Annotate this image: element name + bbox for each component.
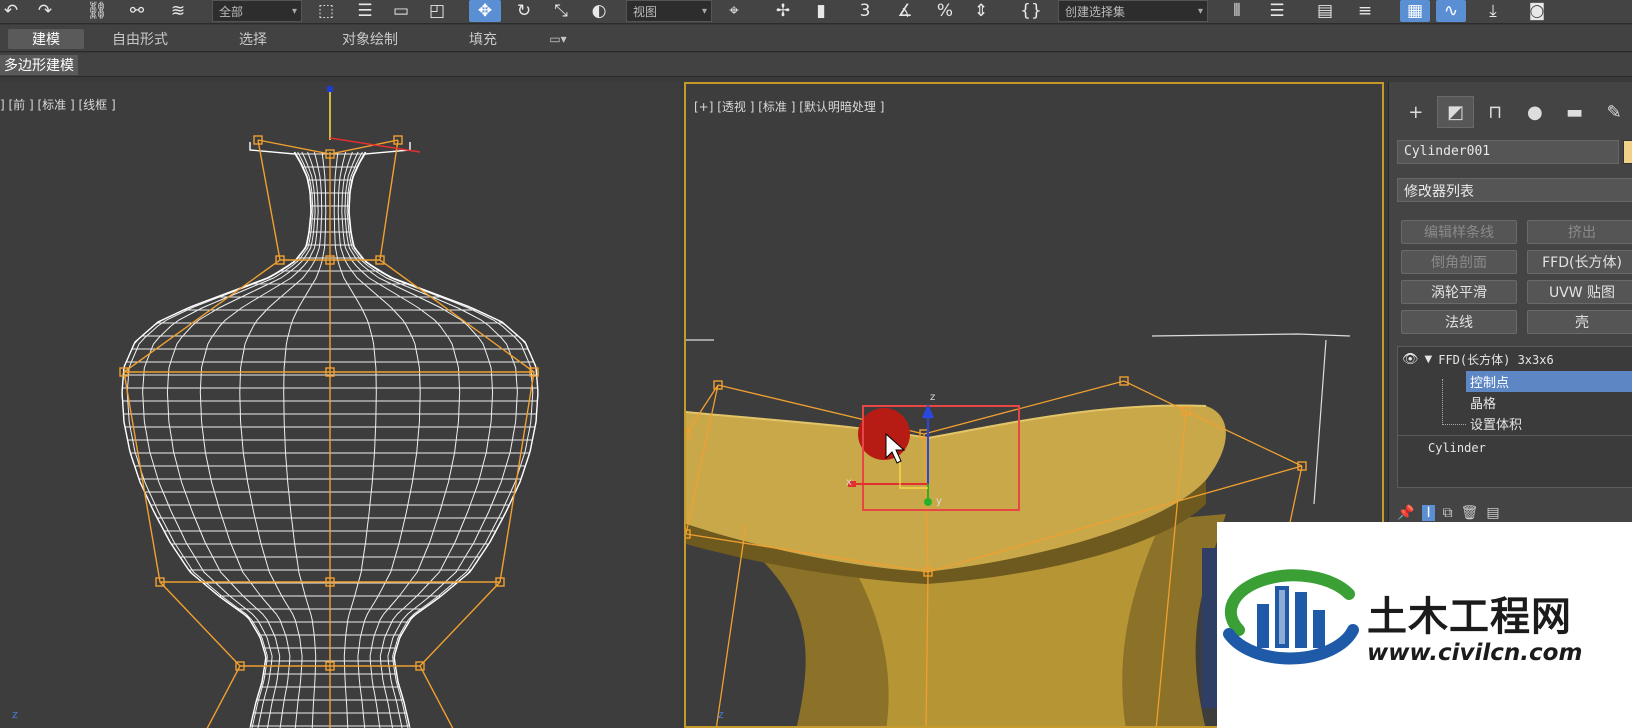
curve-editor-icon[interactable]: ∿ [1436, 0, 1466, 22]
utilities-tab-icon[interactable]: ✎ [1595, 96, 1632, 128]
axis-tripod-label: z [12, 708, 18, 721]
modify-tab-icon[interactable]: ◩ [1436, 96, 1475, 128]
named-selection-dropdown[interactable]: 创建选择集 [1058, 0, 1208, 22]
select-move-icon[interactable]: ✥ [469, 0, 501, 22]
shell-button[interactable]: 壳 [1527, 310, 1632, 334]
watermark-logo [1223, 569, 1359, 665]
link-icon[interactable]: ⛓ [84, 0, 110, 22]
select-by-name-icon[interactable]: ☰ [352, 0, 378, 22]
watermark-title: 土木工程网 [1367, 594, 1572, 640]
bg-edge [1151, 333, 1351, 337]
expand-arrow-icon[interactable]: ▼ [1425, 354, 1433, 365]
snaps-toggle[interactable]: 3 [852, 0, 878, 22]
select-manipulate-icon[interactable]: ✢ [770, 0, 796, 22]
motion-tab-icon[interactable]: ● [1516, 96, 1554, 128]
viewport-front[interactable]: ] [前 ] [标准 ] [线框 ] z [0, 82, 680, 728]
tab-selection[interactable]: 选择 [222, 29, 284, 49]
rect-selection-icon[interactable]: ▭ [388, 0, 414, 22]
stack-item-ffd[interactable]: 👁 ▼ FFD(长方体) 3x3x6 [1402, 349, 1632, 370]
pin-stack-icon[interactable]: 📌 [1397, 505, 1414, 521]
ribbon-options-icon[interactable]: ▭▾ [540, 29, 576, 49]
configure-sets-icon[interactable]: ▤ [1486, 505, 1499, 521]
stack-tree-lines [1442, 379, 1466, 425]
hierarchy-tab-icon[interactable]: ⊓ [1476, 96, 1514, 128]
gizmo-z-label: z [930, 392, 936, 403]
gizmo-arrow-y [924, 498, 932, 506]
show-end-result-icon[interactable]: Ⅰ [1422, 505, 1435, 521]
panel-backdrop [1202, 548, 1217, 708]
turbosmooth-button[interactable]: 涡轮平滑 [1401, 280, 1517, 304]
uvw-map-button[interactable]: UVW 贴图 [1527, 280, 1632, 304]
display-tab-icon[interactable]: ▬ [1556, 96, 1594, 128]
selection-filter-dropdown[interactable]: 全部 [212, 0, 302, 22]
select-rotate-icon[interactable]: ↻ [511, 0, 537, 22]
edit-spline-button[interactable]: 编辑样条线 [1401, 220, 1517, 244]
modifier-list-dropdown[interactable]: 修改器列表 [1397, 178, 1632, 202]
tab-object-paint[interactable]: 对象绘制 [320, 29, 420, 49]
select-scale-icon[interactable]: ⤡ [548, 0, 574, 22]
create-tab-icon[interactable]: + [1397, 96, 1435, 128]
poly-modeling-panel[interactable]: 多边形建模 [0, 55, 78, 75]
spinner-snap-icon[interactable]: ⇕ [968, 0, 994, 22]
keyboard-shortcut-icon[interactable]: ▮ [808, 0, 834, 22]
stack-sub-set-volume[interactable]: 设置体积 [1470, 413, 1630, 434]
bevel-profile-button[interactable]: 倒角剖面 [1401, 250, 1517, 274]
mirror-icon[interactable]: ⫴ [1224, 0, 1250, 22]
axis-tripod-label: z [718, 708, 724, 721]
ref-coord-dropdown[interactable]: 视图 [626, 0, 712, 22]
align-icon[interactable]: ☰ [1262, 0, 1292, 22]
window-crossing-icon[interactable]: ◰ [424, 0, 450, 22]
front-vase-wireframe [119, 86, 539, 728]
vase-silhouette [348, 142, 539, 727]
gizmo-y-label: y [936, 496, 942, 507]
material-editor-icon[interactable]: ◙ [1522, 0, 1552, 22]
remove-modifier-icon[interactable]: 🗑 [1461, 505, 1479, 521]
redo-icon[interactable]: ↷ [34, 0, 56, 22]
undo-icon[interactable]: ↶ [0, 0, 22, 22]
ribbon-toggle-icon[interactable]: ▦ [1400, 0, 1430, 22]
object-color-swatch[interactable] [1623, 140, 1632, 164]
stack-item-label: FFD(长方体) 3x3x6 [1438, 353, 1554, 367]
ribbon: 建模 自由形式 选择 对象绘制 填充 ▭▾ [0, 25, 1632, 52]
ffd-lattice [123, 139, 535, 728]
stack-divider [1398, 435, 1632, 436]
unlink-icon[interactable]: ⚯ [124, 0, 150, 22]
gizmo-axis-x [329, 137, 421, 153]
modifier-stack: 👁 ▼ FFD(长方体) 3x3x6 控制点 晶格 设置体积 Cylinder [1397, 346, 1632, 488]
tab-modeling[interactable]: 建模 [8, 29, 84, 49]
lattice-column [123, 139, 281, 728]
watermark: 土木工程网 www.civilcn.com [1217, 522, 1632, 728]
make-unique-icon[interactable]: ⧉ [1443, 505, 1453, 521]
scene-explorer-icon[interactable]: ▤ [1312, 0, 1338, 22]
placement-icon[interactable]: ◐ [586, 0, 612, 22]
object-name-field[interactable]: Cylinder001 [1397, 140, 1619, 164]
stack-toolbar: 📌 Ⅰ ⧉ 🗑 ▤ [1397, 502, 1632, 524]
angle-snap-icon[interactable]: ∡ [892, 0, 918, 22]
gizmo-tip [327, 86, 333, 92]
percent-snap-icon[interactable]: % [932, 0, 958, 22]
edit-named-selection-icon[interactable]: {} [1018, 0, 1044, 22]
sub-ribbon: 多边形建模 [0, 53, 1632, 77]
vase-silhouette [121, 142, 312, 727]
bg-edge [1313, 339, 1327, 505]
schematic-view-icon[interactable]: ⤓ [1478, 0, 1508, 22]
stack-item-cylinder[interactable]: Cylinder [1428, 437, 1628, 458]
tab-populate[interactable]: 填充 [458, 29, 508, 49]
pivot-center-icon[interactable]: ⌖ [718, 0, 750, 22]
normal-button[interactable]: 法线 [1401, 310, 1517, 334]
main-toolbar: ↶ ↷ ⛓ ⚯ ≋ 全部 ⬚ ☰ ▭ ◰ ✥ ↻ ⤡ ◐ 视图 ⌖ ✢ ▮ 3 … [0, 0, 1632, 24]
tab-freeform[interactable]: 自由形式 [96, 29, 184, 49]
select-object-icon[interactable]: ⬚ [313, 0, 339, 22]
bind-spacewarp-icon[interactable]: ≋ [165, 0, 191, 22]
layer-explorer-icon[interactable]: ≡ [1352, 0, 1378, 22]
stack-sub-control-points[interactable]: 控制点 [1466, 371, 1632, 392]
extrude-button[interactable]: 挤出 [1527, 220, 1632, 244]
watermark-url: www.civilcn.com [1367, 640, 1583, 666]
command-panel-tabs: + ◩ ⊓ ● ▬ ✎ [1397, 96, 1632, 128]
eye-icon[interactable]: 👁 [1402, 352, 1419, 367]
selected-control-point [858, 408, 910, 460]
stack-sub-lattice[interactable]: 晶格 [1470, 392, 1630, 413]
gizmo-x-label: x [846, 477, 852, 488]
ffd-box-button[interactable]: FFD(长方体) [1527, 250, 1632, 274]
